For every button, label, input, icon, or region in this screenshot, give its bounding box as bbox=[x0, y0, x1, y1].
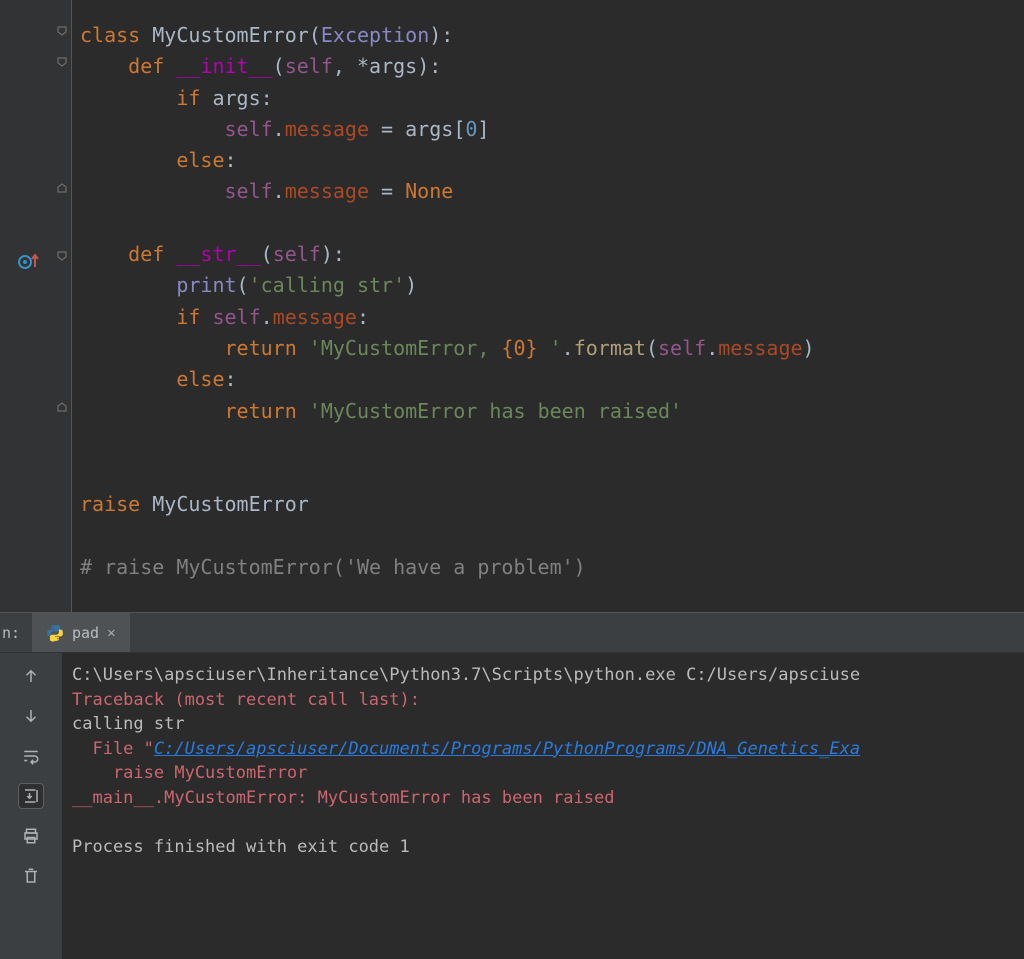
keyword-if: if bbox=[176, 305, 200, 329]
fold-handle[interactable] bbox=[55, 249, 69, 263]
attr-message: message bbox=[285, 179, 369, 203]
fold-handle[interactable] bbox=[55, 24, 69, 38]
fold-handle[interactable] bbox=[55, 55, 69, 69]
fold-end[interactable] bbox=[55, 400, 69, 414]
editor-gutter bbox=[0, 0, 72, 612]
param-self: self bbox=[285, 54, 333, 78]
class-ref: MyCustomError bbox=[152, 492, 309, 516]
builtin-print: print bbox=[176, 273, 236, 297]
soft-wrap-button[interactable] bbox=[18, 743, 44, 769]
error-line: __main__.MyCustomError: MyCustomError ha… bbox=[72, 788, 614, 808]
ref-self: self bbox=[658, 336, 706, 360]
attr-message: message bbox=[285, 117, 369, 141]
override-icon[interactable] bbox=[18, 252, 36, 270]
run-tool-window: n: pad ✕ C:\Users\apsciuser\Inheritance\… bbox=[0, 612, 1024, 959]
class-name: MyCustomError bbox=[152, 23, 309, 47]
keyword-return: return bbox=[225, 399, 297, 423]
format-placeholder: {0} bbox=[501, 336, 537, 360]
keyword-else: else bbox=[176, 367, 224, 391]
op-assign: = bbox=[369, 179, 405, 203]
string-literal: 'MyCustomError, bbox=[309, 336, 502, 360]
console-output[interactable]: C:\Users\apsciuser\Inheritance\Python3.7… bbox=[62, 653, 1024, 959]
literal-none: None bbox=[405, 179, 453, 203]
output-line: C:\Users\apsciuser\Inheritance\Python3.7… bbox=[72, 665, 860, 685]
param-args: *args bbox=[357, 54, 417, 78]
keyword-if: if bbox=[176, 86, 200, 110]
string-literal: 'MyCustomError has been raised' bbox=[309, 399, 682, 423]
file-link[interactable]: C:/Users/apsciuser/Documents/Programs/Py… bbox=[154, 739, 860, 759]
file-prefix: File " bbox=[72, 739, 154, 759]
raise-line: raise MyCustomError bbox=[72, 763, 307, 783]
keyword-def: def bbox=[128, 54, 164, 78]
console-tab[interactable]: pad ✕ bbox=[32, 613, 130, 652]
param-self: self bbox=[273, 242, 321, 266]
scroll-to-end-button[interactable] bbox=[18, 783, 44, 809]
op-assign: = bbox=[369, 117, 405, 141]
attr-message: message bbox=[273, 305, 357, 329]
keyword-def: def bbox=[128, 242, 164, 266]
run-label: n: bbox=[0, 613, 32, 652]
var-args: args bbox=[405, 117, 453, 141]
string-literal: ' bbox=[538, 336, 562, 360]
ref-self: self bbox=[225, 179, 273, 203]
scroll-down-button[interactable] bbox=[18, 703, 44, 729]
python-icon bbox=[46, 624, 64, 642]
clear-button[interactable] bbox=[18, 863, 44, 889]
fold-end[interactable] bbox=[55, 181, 69, 195]
close-icon[interactable]: ✕ bbox=[107, 625, 115, 641]
literal-zero: 0 bbox=[465, 117, 477, 141]
ref-self: self bbox=[212, 305, 260, 329]
string-literal: 'calling str' bbox=[249, 273, 406, 297]
comment-line: # raise MyCustomError('We have a problem… bbox=[80, 555, 586, 579]
attr-message: message bbox=[718, 336, 802, 360]
keyword-raise: raise bbox=[80, 492, 140, 516]
var-args: args bbox=[212, 86, 260, 110]
method-format: format bbox=[574, 336, 646, 360]
print-button[interactable] bbox=[18, 823, 44, 849]
keyword-return: return bbox=[225, 336, 297, 360]
method-str: __str__ bbox=[176, 242, 260, 266]
tab-label: pad bbox=[72, 624, 99, 642]
code-content[interactable]: class MyCustomError(Exception): def __in… bbox=[72, 0, 815, 612]
keyword-else: else bbox=[176, 148, 224, 172]
traceback-header: Traceback (most recent call last): bbox=[72, 690, 420, 710]
method-init: __init__ bbox=[176, 54, 272, 78]
output-line: calling str bbox=[72, 714, 185, 734]
code-editor[interactable]: class MyCustomError(Exception): def __in… bbox=[0, 0, 1024, 612]
console-toolbar bbox=[0, 653, 62, 959]
exit-line: Process finished with exit code 1 bbox=[72, 837, 410, 857]
console-tab-bar: n: pad ✕ bbox=[0, 613, 1024, 653]
ref-self: self bbox=[225, 117, 273, 141]
keyword-class: class bbox=[80, 23, 140, 47]
base-class: Exception bbox=[321, 23, 429, 47]
scroll-up-button[interactable] bbox=[18, 663, 44, 689]
